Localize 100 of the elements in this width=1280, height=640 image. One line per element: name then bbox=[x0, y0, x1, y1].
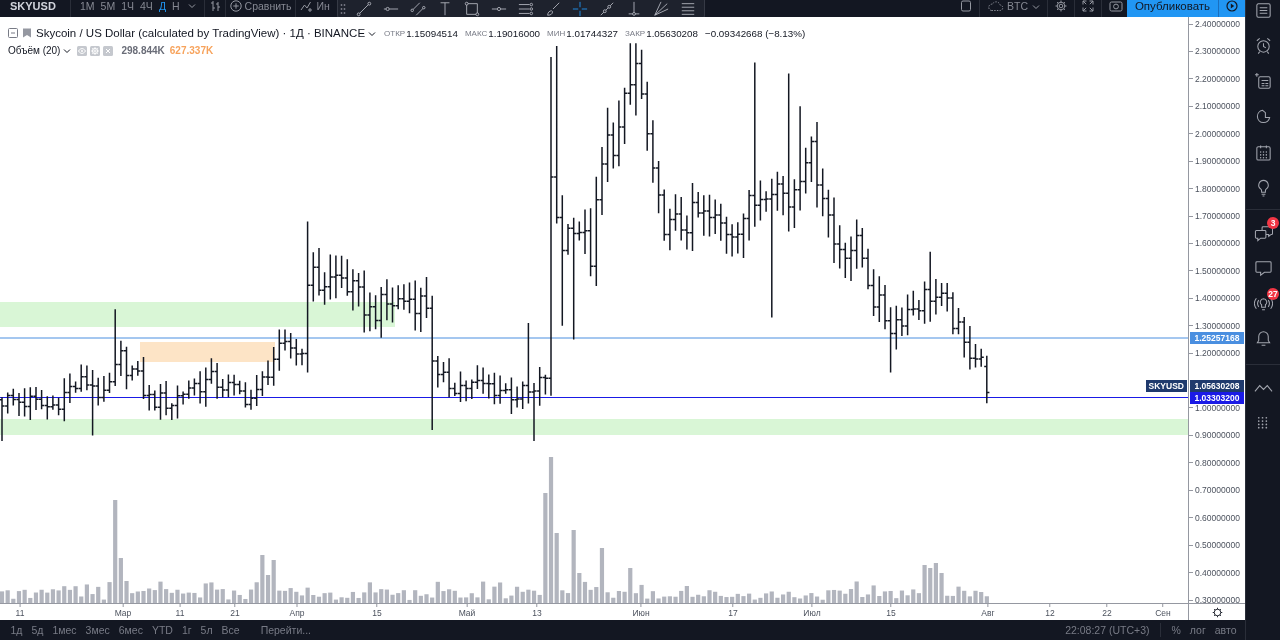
rectangle-icon[interactable] bbox=[463, 1, 480, 17]
range-button[interactable]: YTD bbox=[147, 624, 178, 636]
price-tag: 1.05630208 bbox=[1190, 379, 1244, 392]
date-label: 22 bbox=[1102, 604, 1112, 619]
levels-icon[interactable] bbox=[517, 1, 534, 17]
interval-button[interactable]: 1M bbox=[77, 0, 98, 12]
price-label: 1.40000000 bbox=[1189, 293, 1240, 304]
ohlc-label: МИН bbox=[547, 28, 566, 38]
ohlc-value: 1.15094514 bbox=[406, 27, 458, 39]
collapse-icon[interactable] bbox=[8, 28, 18, 38]
scale-toggle[interactable]: лог bbox=[1185, 624, 1211, 636]
range-button[interactable]: 5д bbox=[26, 624, 48, 636]
range-button[interactable]: 1мес bbox=[47, 624, 82, 636]
volume-value: 298.844K bbox=[121, 45, 165, 56]
timezone-clock[interactable]: 22:08:27 (UTC+3) bbox=[1060, 624, 1154, 636]
bars-icon[interactable] bbox=[208, 0, 221, 12]
line-chart-icon bbox=[300, 0, 314, 12]
price-label: 1.50000000 bbox=[1189, 265, 1240, 276]
calendar-icon[interactable] bbox=[1253, 142, 1273, 162]
volume-value: 627.337K bbox=[169, 45, 214, 56]
ohlc-value: 1.19016000 bbox=[488, 27, 541, 39]
line-segment-icon[interactable] bbox=[355, 1, 372, 17]
price-label: 0.60000000 bbox=[1189, 512, 1240, 523]
price-label: 2.40000000 bbox=[1189, 19, 1240, 29]
time-axis[interactable]: 11 Мар 11 21 Апр 15 Май 13 Июн 17 Июл 15 Авг 12 22 Сен bbox=[0, 603, 1188, 620]
range-button[interactable]: 1д bbox=[6, 624, 27, 636]
date-label: 12 bbox=[1045, 604, 1055, 619]
list-icon[interactable] bbox=[1253, 0, 1273, 20]
symbol-title[interactable]: Skycoin / US Dollar (calculated by TradingView) · 1Д · BINANCE bbox=[36, 27, 366, 39]
price-label: 0.50000000 bbox=[1189, 540, 1240, 551]
price-label: 1.30000000 bbox=[1189, 320, 1240, 331]
interval-button[interactable]: 4Ч bbox=[137, 0, 156, 12]
date-label: Сен bbox=[1155, 604, 1171, 619]
price-label: 0.80000000 bbox=[1189, 457, 1240, 468]
price-axis[interactable] bbox=[1188, 17, 1245, 603]
range-button[interactable]: Все bbox=[217, 624, 245, 636]
play-button[interactable] bbox=[1218, 0, 1245, 17]
price-label: 2.30000000 bbox=[1189, 46, 1240, 57]
stacked-lines-icon[interactable] bbox=[679, 1, 696, 17]
price-label: 0.30000000 bbox=[1189, 595, 1240, 605]
interval-button[interactable]: Н bbox=[169, 0, 183, 12]
camera-icon[interactable] bbox=[1109, 0, 1123, 12]
brush-icon[interactable] bbox=[544, 1, 561, 17]
caret-icon[interactable] bbox=[187, 2, 196, 10]
price-label: 0.40000000 bbox=[1189, 567, 1240, 578]
indicator-title[interactable]: Объём (20) bbox=[8, 45, 61, 56]
play-icon bbox=[1226, 0, 1238, 12]
notification-badge: 27 bbox=[1267, 288, 1279, 301]
go-to-date-button[interactable]: Перейти... bbox=[256, 624, 316, 636]
publish-button[interactable]: Опубликовать bbox=[1127, 0, 1218, 17]
price-tag: 1.25257168 bbox=[1190, 332, 1244, 344]
interval-button[interactable]: 1Ч bbox=[118, 0, 138, 12]
settings-icon[interactable] bbox=[1211, 606, 1223, 618]
symbol-button[interactable]: SKYUSD bbox=[10, 0, 66, 12]
date-label: 13 bbox=[532, 604, 542, 619]
window-plus-icon[interactable] bbox=[1253, 71, 1273, 91]
price-label: 2.00000000 bbox=[1189, 128, 1240, 139]
price-label: 1.90000000 bbox=[1189, 156, 1240, 167]
date-label: Авг bbox=[981, 604, 995, 619]
price-label: 1.20000000 bbox=[1189, 348, 1240, 359]
range-button[interactable]: 1г bbox=[177, 624, 197, 636]
date-label: Мар bbox=[114, 604, 132, 619]
price-change: −0.09342668 (−8.13%) bbox=[704, 27, 806, 39]
layout-icon[interactable] bbox=[960, 0, 972, 12]
range-button[interactable]: 3мес bbox=[81, 624, 115, 636]
bookmark-icon bbox=[22, 28, 32, 38]
interval-button[interactable]: 5M bbox=[97, 0, 119, 12]
price-label: 0.90000000 bbox=[1189, 430, 1240, 441]
date-label: 15 bbox=[886, 604, 896, 619]
compare-button[interactable]: Сравнить bbox=[229, 0, 292, 12]
ohlc-label: ОТКР bbox=[384, 28, 406, 38]
date-label: 17 bbox=[728, 604, 738, 619]
date-label: Июн bbox=[632, 604, 650, 619]
caret-icon bbox=[1032, 3, 1040, 11]
trend-line-icon[interactable] bbox=[598, 1, 615, 17]
price-label: 1.60000000 bbox=[1189, 238, 1240, 249]
scale-toggle[interactable]: авто bbox=[1210, 624, 1241, 636]
fan-lines-icon[interactable] bbox=[652, 1, 669, 17]
ohlc-label: ЗАКР bbox=[625, 28, 646, 38]
date-label: 15 bbox=[372, 604, 382, 619]
scale-toggle[interactable]: % bbox=[1167, 624, 1186, 636]
price-label: 2.20000000 bbox=[1189, 73, 1240, 84]
symbol-tag: SKYUSD bbox=[1145, 379, 1187, 392]
range-button[interactable]: 5л bbox=[196, 624, 218, 636]
caret-icon[interactable] bbox=[368, 29, 377, 38]
date-label: Апр bbox=[289, 604, 305, 619]
indicators-button[interactable]: Ин bbox=[300, 0, 330, 12]
interval-button[interactable]: Д bbox=[155, 0, 169, 12]
date-label: Май bbox=[458, 604, 476, 619]
caret-icon[interactable] bbox=[63, 47, 72, 55]
grip-icon[interactable] bbox=[340, 3, 346, 15]
price-label: 1.70000000 bbox=[1189, 211, 1240, 221]
parallel-lines-icon[interactable] bbox=[409, 1, 426, 17]
fullscreen-icon[interactable] bbox=[1082, 0, 1094, 12]
currency-button[interactable]: BTC bbox=[987, 0, 1040, 12]
ohlc-value: 1.01744327 bbox=[566, 27, 619, 39]
cloud-icon bbox=[987, 0, 1005, 12]
price-label: 0.70000000 bbox=[1189, 485, 1240, 496]
chat-bubble-icon[interactable] bbox=[1253, 258, 1273, 277]
range-button[interactable]: 6мес bbox=[114, 624, 148, 636]
